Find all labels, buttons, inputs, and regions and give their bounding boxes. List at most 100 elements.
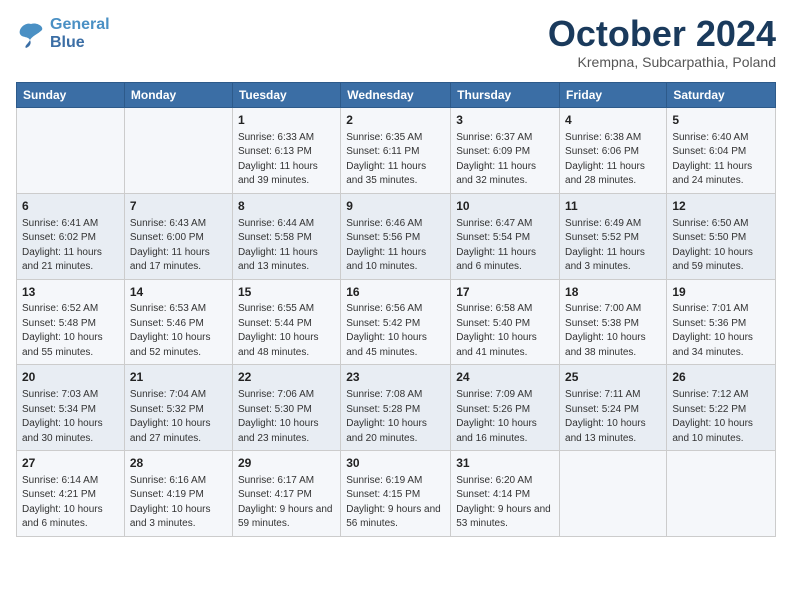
calendar-cell: 13Sunrise: 6:52 AMSunset: 5:48 PMDayligh… [17,279,125,365]
calendar-cell: 8 Sunrise: 6:44 AMSunset: 5:58 PMDaylight… [232,193,340,279]
day-info: Sunrise: 7:00 AMSunset: 5:38 PMDaylight:… [565,302,661,360]
day-number: 21 [130,369,227,386]
day-info: Sunrise: 6:35 AMSunset: 6:11 PMDaylight:… [346,131,445,189]
calendar-cell: 3 Sunrise: 6:37 AMSunset: 6:09 PMDaylight… [451,108,560,194]
title-block: October 2024 Krempna, Subcarpathia, Pola… [548,16,776,70]
day-info: Sunrise: 6:55 AMSunset: 5:44 PMDaylight:… [238,302,335,360]
weekday-header: Tuesday [232,83,340,108]
weekday-header: Monday [124,83,232,108]
calendar-cell: 18Sunrise: 7:00 AMSunset: 5:38 PMDayligh… [560,279,667,365]
day-info: Sunrise: 6:52 AMSunset: 5:48 PMDaylight:… [22,302,119,360]
calendar-cell: 28 Sunrise: 6:16 AMSunset: 4:19 PMDayligh… [124,451,232,537]
weekday-header: Friday [560,83,667,108]
day-info: Sunrise: 6:44 AMSunset: 5:58 PMDaylight:… [238,217,335,275]
calendar-week-row: 1 Sunrise: 6:33 AMSunset: 6:13 PMDaylight… [17,108,776,194]
day-number: 29 [238,455,335,472]
weekday-header: Thursday [451,83,560,108]
calendar-cell [560,451,667,537]
calendar-cell: 17Sunrise: 6:58 AMSunset: 5:40 PMDayligh… [451,279,560,365]
day-number: 26 [672,369,770,386]
calendar-cell: 26Sunrise: 7:12 AMSunset: 5:22 PMDayligh… [667,365,776,451]
day-number: 6 [22,198,119,215]
day-number: 10 [456,198,554,215]
day-number: 7 [130,198,227,215]
calendar-cell: 1 Sunrise: 6:33 AMSunset: 6:13 PMDaylight… [232,108,340,194]
calendar-cell [17,108,125,194]
day-number: 14 [130,284,227,301]
day-info: Sunrise: 7:06 AMSunset: 5:30 PMDaylight:… [238,388,335,446]
day-info: Sunrise: 6:20 AMSunset: 4:14 PMDaylight:… [456,474,554,532]
day-info: Sunrise: 6:46 AMSunset: 5:56 PMDaylight:… [346,217,445,275]
calendar-cell: 7 Sunrise: 6:43 AMSunset: 6:00 PMDaylight… [124,193,232,279]
day-number: 24 [456,369,554,386]
calendar-cell: 23Sunrise: 7:08 AMSunset: 5:28 PMDayligh… [341,365,451,451]
calendar-cell: 27Sunrise: 6:14 AMSunset: 4:21 PMDayligh… [17,451,125,537]
calendar-week-row: 6 Sunrise: 6:41 AMSunset: 6:02 PMDaylight… [17,193,776,279]
day-info: Sunrise: 6:50 AMSunset: 5:50 PMDaylight:… [672,217,770,275]
weekday-header: Sunday [17,83,125,108]
day-number: 20 [22,369,119,386]
day-number: 25 [565,369,661,386]
calendar-cell: 11 Sunrise: 6:49 AMSunset: 5:52 PMDayligh… [560,193,667,279]
calendar-table: SundayMondayTuesdayWednesdayThursdayFrid… [16,82,776,537]
day-info: Sunrise: 6:17 AMSunset: 4:17 PMDaylight:… [238,474,335,532]
day-info: Sunrise: 6:40 AMSunset: 6:04 PMDaylight:… [672,131,770,189]
calendar-cell: 29 Sunrise: 6:17 AMSunset: 4:17 PMDayligh… [232,451,340,537]
day-info: Sunrise: 6:38 AMSunset: 6:06 PMDaylight:… [565,131,661,189]
calendar-cell: 16Sunrise: 6:56 AMSunset: 5:42 PMDayligh… [341,279,451,365]
calendar-cell: 19Sunrise: 7:01 AMSunset: 5:36 PMDayligh… [667,279,776,365]
day-number: 22 [238,369,335,386]
day-number: 11 [565,198,661,215]
day-info: Sunrise: 7:09 AMSunset: 5:26 PMDaylight:… [456,388,554,446]
calendar-week-row: 13Sunrise: 6:52 AMSunset: 5:48 PMDayligh… [17,279,776,365]
day-info: Sunrise: 6:43 AMSunset: 6:00 PMDaylight:… [130,217,227,275]
calendar-week-row: 27Sunrise: 6:14 AMSunset: 4:21 PMDayligh… [17,451,776,537]
logo: General Blue [16,16,110,51]
day-info: Sunrise: 6:41 AMSunset: 6:02 PMDaylight:… [22,217,119,275]
day-number: 1 [238,112,335,129]
day-info: Sunrise: 7:04 AMSunset: 5:32 PMDaylight:… [130,388,227,446]
day-number: 15 [238,284,335,301]
calendar-cell: 20 Sunrise: 7:03 AMSunset: 5:34 PMDayligh… [17,365,125,451]
weekday-header: Wednesday [341,83,451,108]
calendar-cell: 21 Sunrise: 7:04 AMSunset: 5:32 PMDayligh… [124,365,232,451]
logo-text: General Blue [50,16,110,51]
day-info: Sunrise: 6:56 AMSunset: 5:42 PMDaylight:… [346,302,445,360]
calendar-cell: 9Sunrise: 6:46 AMSunset: 5:56 PMDaylight… [341,193,451,279]
day-number: 13 [22,284,119,301]
calendar-cell: 4 Sunrise: 6:38 AMSunset: 6:06 PMDaylight… [560,108,667,194]
day-number: 19 [672,284,770,301]
day-info: Sunrise: 6:16 AMSunset: 4:19 PMDaylight:… [130,474,227,532]
month-title: October 2024 [548,16,776,52]
calendar-cell: 24 Sunrise: 7:09 AMSunset: 5:26 PMDayligh… [451,365,560,451]
day-number: 16 [346,284,445,301]
calendar-week-row: 20 Sunrise: 7:03 AMSunset: 5:34 PMDayligh… [17,365,776,451]
logo-icon [16,20,46,48]
day-number: 8 [238,198,335,215]
day-number: 5 [672,112,770,129]
day-info: Sunrise: 6:58 AMSunset: 5:40 PMDaylight:… [456,302,554,360]
day-number: 17 [456,284,554,301]
day-number: 2 [346,112,445,129]
day-number: 28 [130,455,227,472]
day-info: Sunrise: 7:11 AMSunset: 5:24 PMDaylight:… [565,388,661,446]
calendar-cell: 12 Sunrise: 6:50 AMSunset: 5:50 PMDayligh… [667,193,776,279]
day-info: Sunrise: 6:49 AMSunset: 5:52 PMDaylight:… [565,217,661,275]
day-number: 12 [672,198,770,215]
day-info: Sunrise: 7:03 AMSunset: 5:34 PMDaylight:… [22,388,119,446]
day-info: Sunrise: 6:47 AMSunset: 5:54 PMDaylight:… [456,217,554,275]
day-number: 18 [565,284,661,301]
calendar-cell: 22 Sunrise: 7:06 AMSunset: 5:30 PMDayligh… [232,365,340,451]
calendar-cell: 31Sunrise: 6:20 AMSunset: 4:14 PMDayligh… [451,451,560,537]
day-number: 4 [565,112,661,129]
day-info: Sunrise: 6:53 AMSunset: 5:46 PMDaylight:… [130,302,227,360]
day-info: Sunrise: 6:33 AMSunset: 6:13 PMDaylight:… [238,131,335,189]
day-number: 3 [456,112,554,129]
calendar-cell: 10 Sunrise: 6:47 AMSunset: 5:54 PMDayligh… [451,193,560,279]
day-info: Sunrise: 7:01 AMSunset: 5:36 PMDaylight:… [672,302,770,360]
day-info: Sunrise: 7:08 AMSunset: 5:28 PMDaylight:… [346,388,445,446]
calendar-cell: 25 Sunrise: 7:11 AMSunset: 5:24 PMDayligh… [560,365,667,451]
day-info: Sunrise: 6:37 AMSunset: 6:09 PMDaylight:… [456,131,554,189]
page-header: General Blue October 2024 Krempna, Subca… [16,16,776,70]
day-info: Sunrise: 6:14 AMSunset: 4:21 PMDaylight:… [22,474,119,532]
